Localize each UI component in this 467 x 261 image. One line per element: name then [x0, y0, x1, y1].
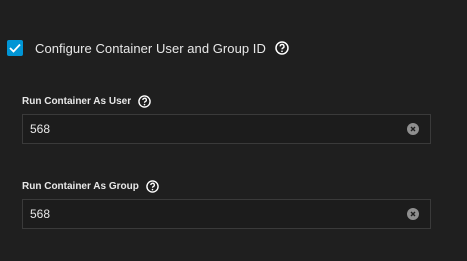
help-circle-icon[interactable] — [146, 179, 159, 193]
run-as-group-label: Run Container As Group — [22, 180, 139, 192]
run-as-user-input[interactable] — [30, 122, 330, 136]
configure-user-group-label[interactable]: Configure Container User and Group ID — [35, 41, 266, 56]
help-circle-icon[interactable] — [138, 94, 151, 108]
run-as-group-label-row: Run Container As Group — [22, 177, 431, 195]
run-as-group-field: Run Container As Group — [22, 177, 431, 229]
clear-icon[interactable] — [407, 123, 419, 135]
help-circle-icon[interactable] — [275, 41, 289, 55]
run-as-user-label-row: Run Container As User — [22, 92, 431, 110]
run-as-group-input-box[interactable] — [22, 199, 431, 229]
run-as-user-input-box[interactable] — [22, 114, 431, 144]
configure-user-group-checkbox[interactable] — [7, 40, 23, 56]
clear-icon[interactable] — [407, 208, 419, 220]
run-as-group-input[interactable] — [30, 207, 330, 221]
run-as-user-label: Run Container As User — [22, 95, 132, 107]
checkmark-icon — [9, 43, 21, 53]
configure-user-group-option: Configure Container User and Group ID — [7, 38, 289, 58]
run-as-user-field: Run Container As User — [22, 92, 431, 144]
